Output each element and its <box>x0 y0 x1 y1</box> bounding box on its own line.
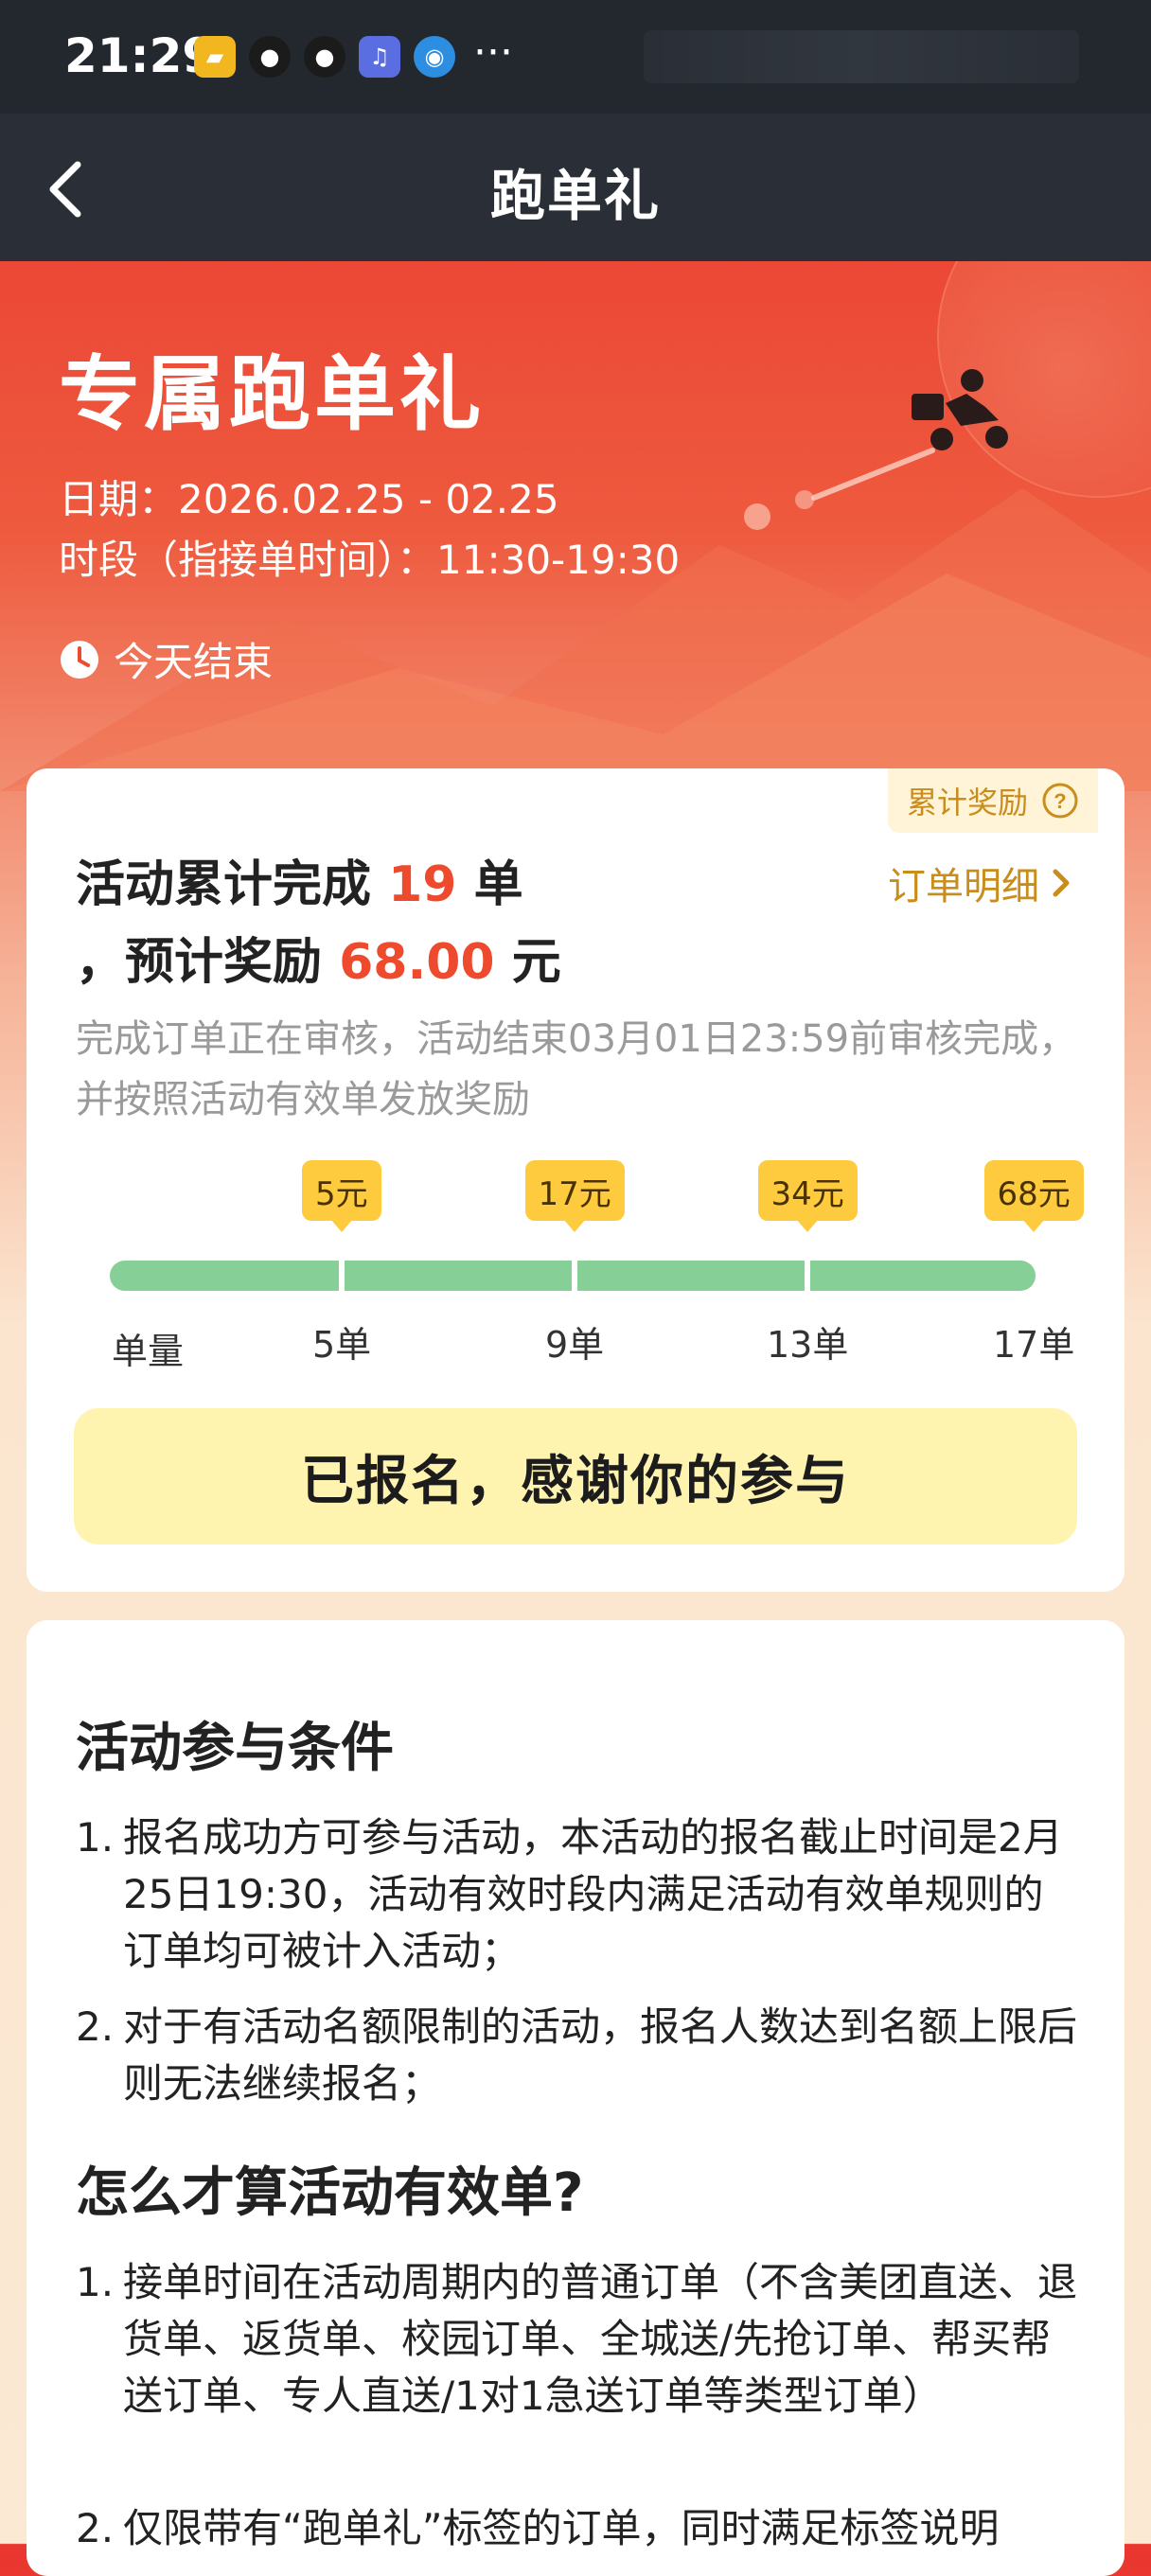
status-notification-icons: ▰ ● ● ♫ ◉ <box>194 36 455 78</box>
progress-divider <box>339 1261 345 1291</box>
status-more-icon: ··· <box>473 28 513 77</box>
estimated-reward-summary: ，预计奖励 68.00 元 <box>76 922 561 993</box>
completed-unit: 单 <box>473 856 523 913</box>
nav-bar: 跑单礼 <box>0 114 1151 261</box>
signed-up-button[interactable]: 已报名，感谢你的参与 <box>74 1408 1077 1544</box>
question-circle-icon[interactable]: ? <box>1041 782 1079 820</box>
completed-count: 19 <box>388 856 457 913</box>
courier-rider-icon <box>912 369 1008 450</box>
activity-ends-text: 今天结束 <box>114 639 274 685</box>
tier-reward-bubble-arrow <box>563 1219 586 1232</box>
cumulative-reward-label: 累计奖励 <box>906 785 1028 820</box>
tier-reward-bubble: 17元 <box>524 1160 625 1221</box>
browser-app-icon: ◉ <box>414 36 455 78</box>
tier-progress: 单量 5元 5单 17元 9单 34元 13单 68元 17单 <box>27 1147 1124 1372</box>
valid-order-number: 2. <box>76 2505 115 2551</box>
status-time: 21:29 <box>64 28 216 83</box>
valid-order-text: 接单时间在活动周期内的普通订单（不含美团直送、退货单、返货单、校园订单、全城送/… <box>123 2259 1078 2419</box>
tier-reward-bubble: 5元 <box>302 1160 381 1221</box>
estimated-reward-label: ，预计奖励 <box>76 934 323 991</box>
estimated-reward-amount: 68.00 <box>339 934 495 991</box>
condition-number: 1. <box>76 1814 115 1861</box>
tier-reward-bubble: 34元 <box>757 1160 858 1221</box>
svg-text:?: ? <box>1054 789 1066 813</box>
page-title: 跑单礼 <box>489 164 661 228</box>
completed-label: 活动累计完成 <box>76 856 372 913</box>
status-right-blurred <box>644 30 1079 83</box>
progress-start-label: 单量 <box>112 1331 185 1372</box>
avatar-app-icon-2: ● <box>304 36 345 78</box>
condition-text: 报名成功方可参与活动，本活动的报名截止时间是2月25日19:30，活动有效时段内… <box>123 1814 1063 1974</box>
music-app-icon: ♫ <box>359 36 400 78</box>
folder-app-icon: ▰ <box>194 36 236 78</box>
conditions-title: 活动参与条件 <box>76 1718 394 1779</box>
chevron-right-icon <box>1053 869 1070 897</box>
activity-date: 日期：2026.02.25 - 02.25 <box>59 476 559 522</box>
review-note: 完成订单正在审核，活动结束03月01日23:59前审核完成，并按照活动有效单发放… <box>76 1017 1077 1121</box>
order-detail-link[interactable]: 订单明细 <box>888 856 1075 910</box>
tier-reward-bubble-arrow <box>330 1219 353 1232</box>
activity-ends: 今天结束 <box>59 630 273 688</box>
condition-item: 1. 报名成功方可参与活动，本活动的报名截止时间是2月25日19:30，活动有效… <box>76 1809 1079 1980</box>
valid-order-number: 1. <box>76 2259 115 2305</box>
tier-reward-bubble-arrow <box>796 1219 819 1232</box>
tier-reward-bubble: 68元 <box>983 1160 1084 1221</box>
status-bar: 21:29 ▰ ● ● ♫ ◉ ··· <box>0 0 1151 114</box>
tier-reward-bubble-arrow <box>1022 1219 1045 1232</box>
condition-item: 2. 对于有活动名额限制的活动，报名人数达到名额上限后则无法继续报名； <box>76 1999 1079 2112</box>
order-detail-label: 订单明细 <box>888 865 1039 909</box>
condition-text: 对于有活动名额限制的活动，报名人数达到名额上限后则无法继续报名； <box>123 2003 1078 2107</box>
tier-order-label: 5单 <box>312 1324 372 1366</box>
tier-order-label: 17单 <box>993 1324 1075 1366</box>
clock-icon <box>61 640 98 679</box>
progress-card: 累计奖励 ? 活动累计完成 19 单 ，预计奖励 68.00 元 订单明细 完成… <box>27 768 1124 1592</box>
valid-order-item: 1. 接单时间在活动周期内的普通订单（不含美团直送、退货单、返货单、校园订单、全… <box>76 2254 1079 2425</box>
estimated-reward-unit: 元 <box>511 934 561 991</box>
activity-period: 时段（指接单时间）：11:30-19:30 <box>59 537 681 583</box>
valid-orders-title: 怎么才算活动有效单? <box>76 2162 584 2224</box>
completed-summary: 活动累计完成 19 单 <box>76 844 523 915</box>
cumulative-reward-tag[interactable]: 累计奖励 ? <box>887 768 1098 833</box>
progress-divider <box>805 1261 810 1291</box>
condition-number: 2. <box>76 2003 115 2050</box>
valid-order-text: 仅限带有“跑单礼”标签的订单，同时满足标签说明 <box>123 2505 1000 2551</box>
avatar-app-icon: ● <box>249 36 291 78</box>
valid-order-item: 2. 仅限带有“跑单礼”标签的订单，同时满足标签说明 <box>76 2500 1079 2557</box>
hero-title: 专属跑单礼 <box>59 347 485 442</box>
tier-order-label: 9单 <box>545 1324 605 1366</box>
hero-banner: 专属跑单礼 日期：2026.02.25 - 02.25 时段（指接单时间）：11… <box>0 261 1151 791</box>
rules-card: 活动参与条件 1. 报名成功方可参与活动，本活动的报名截止时间是2月25日19:… <box>27 1620 1124 2576</box>
tier-order-label: 13单 <box>767 1324 849 1366</box>
progress-divider <box>572 1261 577 1291</box>
